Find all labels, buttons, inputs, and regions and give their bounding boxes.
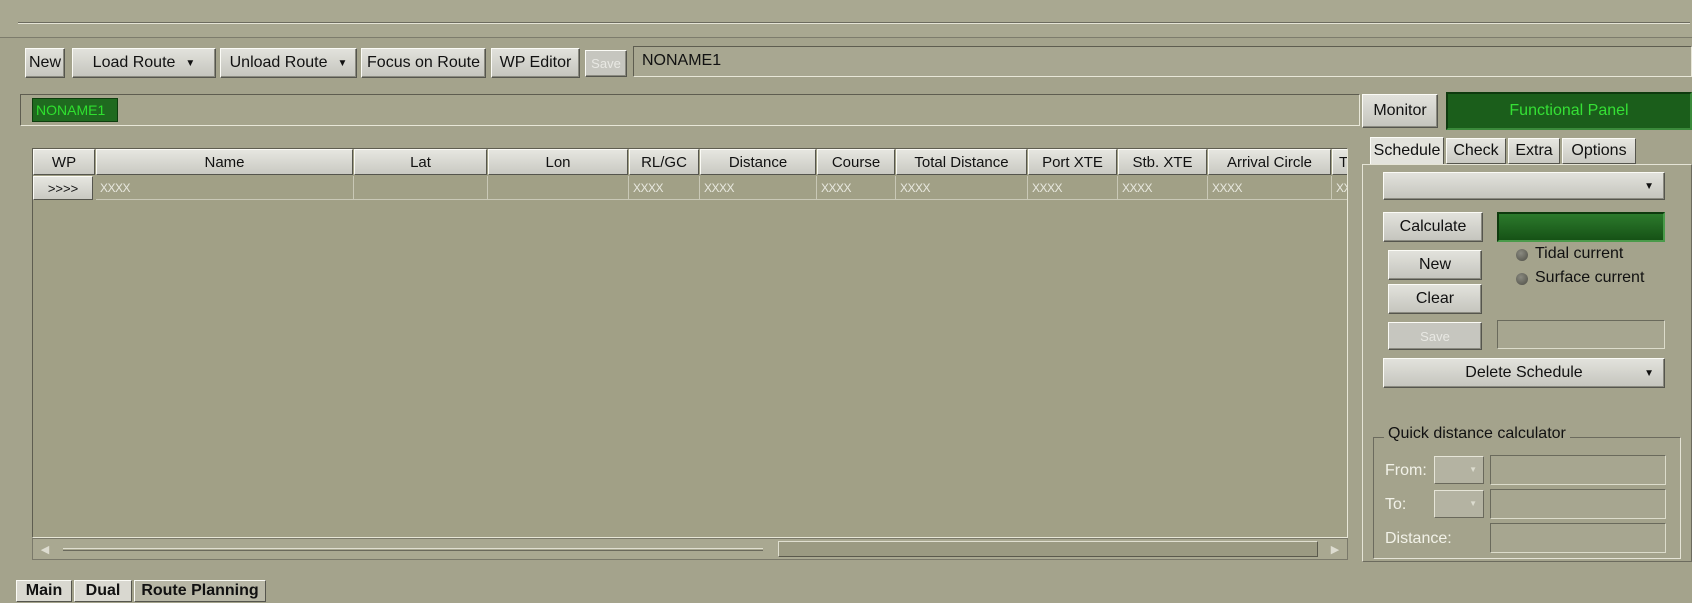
- functional-panel-button[interactable]: Functional Panel: [1446, 92, 1692, 130]
- clear-button[interactable]: Clear: [1388, 284, 1482, 314]
- from-select[interactable]: ▼: [1434, 456, 1484, 484]
- tab-options[interactable]: Options: [1562, 138, 1636, 164]
- to-label: To:: [1385, 496, 1407, 513]
- distance-output: [1490, 523, 1666, 553]
- column-header-t[interactable]: T: [1332, 149, 1347, 175]
- new-route-label: New: [28, 54, 61, 71]
- tab-dual[interactable]: Dual: [74, 580, 132, 602]
- chevron-down-icon: ▼: [1644, 180, 1654, 192]
- save-route-label: Save: [591, 56, 621, 71]
- horizontal-scrollbar[interactable]: ◀ ▶: [32, 538, 1348, 560]
- cell-stb-xte[interactable]: XXXX: [1118, 176, 1208, 200]
- distance-label: Distance:: [1385, 530, 1452, 547]
- tab-route-planning[interactable]: Route Planning: [134, 580, 266, 602]
- chevron-down-icon: ▼: [337, 57, 348, 69]
- monitor-label: Monitor: [1373, 102, 1427, 119]
- new-schedule-button[interactable]: New: [1388, 250, 1482, 280]
- top-divider: [18, 22, 1690, 24]
- surface-current-radio[interactable]: [1516, 273, 1528, 285]
- cell-total-distance[interactable]: XXXX: [896, 176, 1028, 200]
- route-tag: NONAME1: [32, 98, 118, 122]
- scroll-right-icon[interactable]: ▶: [1325, 539, 1345, 559]
- cell-t[interactable]: XX: [1332, 176, 1347, 200]
- route-tag-text: NONAME1: [36, 102, 106, 118]
- clear-label: Clear: [1415, 290, 1455, 307]
- new-schedule-label: New: [1418, 256, 1451, 273]
- tab-main[interactable]: Main: [16, 580, 72, 602]
- from-input[interactable]: [1490, 455, 1666, 485]
- tidal-current-radio[interactable]: [1516, 249, 1528, 261]
- delete-schedule-label: Delete Schedule: [1465, 364, 1583, 381]
- cell-lon[interactable]: [488, 176, 629, 200]
- tab-check[interactable]: Check: [1446, 138, 1506, 164]
- column-header-stb-xte[interactable]: Stb. XTE: [1118, 149, 1207, 175]
- schedule-select[interactable]: ▼: [1383, 172, 1665, 200]
- cell-lat[interactable]: [354, 176, 488, 200]
- surface-current-label: Surface current: [1535, 269, 1645, 286]
- column-header-course[interactable]: Course: [817, 149, 895, 175]
- column-header-rlgc[interactable]: RL/GC: [629, 149, 699, 175]
- focus-on-route-label: Focus on Route: [367, 54, 480, 71]
- monitor-button[interactable]: Monitor: [1362, 94, 1438, 128]
- column-header-port-xte[interactable]: Port XTE: [1028, 149, 1117, 175]
- calculate-button[interactable]: Calculate: [1383, 212, 1483, 242]
- to-input[interactable]: [1490, 489, 1666, 519]
- chevron-down-icon: ▼: [1469, 465, 1477, 474]
- load-route-dropdown[interactable]: Load Route ▼: [72, 48, 216, 78]
- cell-arrival-circle[interactable]: XXXX: [1208, 176, 1332, 200]
- from-label: From:: [1385, 462, 1427, 479]
- column-header-name[interactable]: Name: [96, 149, 353, 175]
- wp-editor-label: WP Editor: [499, 54, 572, 71]
- tidal-current-label: Tidal current: [1535, 245, 1624, 262]
- calculation-status-indicator: [1497, 212, 1665, 242]
- row-selector-button[interactable]: >>>>: [33, 176, 93, 200]
- cell-distance[interactable]: XXXX: [700, 176, 817, 200]
- save-route-button[interactable]: Save: [585, 50, 627, 77]
- route-name-text: NONAME1: [642, 52, 722, 69]
- cell-name[interactable]: XXXX: [96, 176, 354, 200]
- scroll-left-icon[interactable]: ◀: [35, 539, 55, 559]
- column-header-lon[interactable]: Lon: [488, 149, 628, 175]
- column-header-lat[interactable]: Lat: [354, 149, 487, 175]
- focus-on-route-button[interactable]: Focus on Route: [361, 48, 486, 78]
- new-route-button[interactable]: New: [25, 48, 65, 78]
- unload-route-dropdown[interactable]: Unload Route ▼: [220, 48, 357, 78]
- chevron-down-icon: ▼: [185, 57, 196, 69]
- save-schedule-button[interactable]: Save: [1388, 322, 1482, 350]
- scrollbar-thumb[interactable]: [778, 541, 1318, 557]
- column-header-wp[interactable]: WP: [33, 149, 95, 175]
- chevron-down-icon: ▼: [1644, 367, 1654, 379]
- cell-course[interactable]: XXXX: [817, 176, 896, 200]
- delete-schedule-dropdown[interactable]: Delete Schedule ▼: [1383, 358, 1665, 388]
- cell-port-xte[interactable]: XXXX: [1028, 176, 1118, 200]
- quick-distance-calculator-title: Quick distance calculator: [1384, 425, 1570, 443]
- schedule-name-input[interactable]: [1497, 320, 1665, 349]
- functional-panel-label: Functional Panel: [1509, 102, 1629, 119]
- tab-schedule[interactable]: Schedule: [1370, 137, 1444, 165]
- unload-route-label: Unload Route: [229, 54, 328, 71]
- tab-extra[interactable]: Extra: [1508, 138, 1560, 164]
- route-tag-bar: [20, 94, 1360, 126]
- cell-rlgc[interactable]: XXXX: [629, 176, 700, 200]
- column-header-arrival-circle[interactable]: Arrival Circle: [1208, 149, 1331, 175]
- column-header-distance[interactable]: Distance: [700, 149, 816, 175]
- load-route-label: Load Route: [92, 54, 176, 71]
- chevron-down-icon: ▼: [1469, 499, 1477, 508]
- to-select[interactable]: ▼: [1434, 490, 1484, 518]
- route-name-display: NONAME1: [633, 46, 1692, 77]
- wp-editor-button[interactable]: WP Editor: [491, 48, 580, 78]
- column-header-total-distance[interactable]: Total Distance: [896, 149, 1027, 175]
- scrollbar-track[interactable]: [63, 548, 763, 551]
- calculate-label: Calculate: [1399, 218, 1467, 235]
- waypoint-table: WP Name Lat Lon RL/GC Distance Course To…: [32, 148, 1348, 538]
- top-strip: [0, 0, 1692, 38]
- save-schedule-label: Save: [1420, 328, 1450, 344]
